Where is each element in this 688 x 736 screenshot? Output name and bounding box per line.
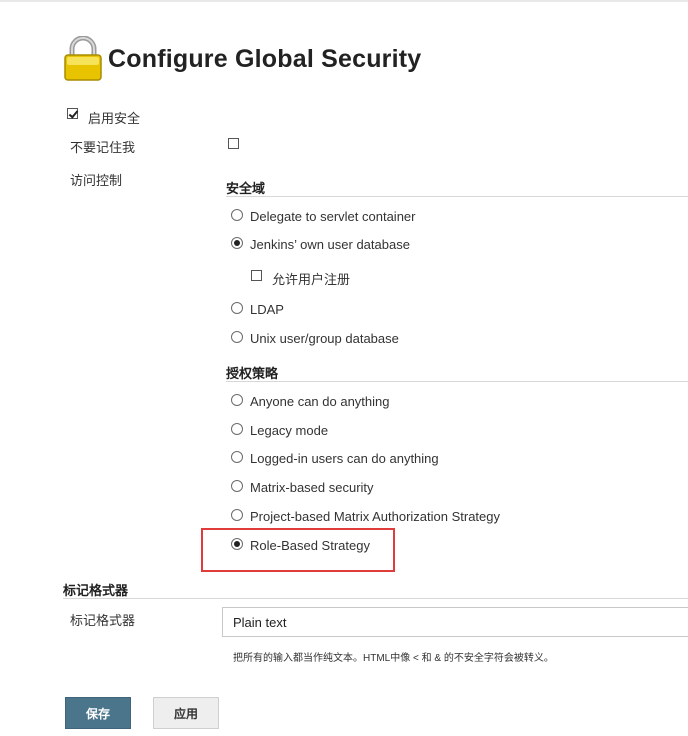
radio-anyone-anything[interactable] xyxy=(231,394,243,406)
markup-formatter-divider xyxy=(63,598,688,599)
access-control-label: 访问控制 xyxy=(70,173,123,188)
option-jenkins-user-db[interactable]: Jenkins’ own user database xyxy=(250,237,410,252)
markup-formatter-hint: 把所有的输入都当作纯文本。HTML中像 < 和 & 的不安全字符会被转义。 xyxy=(233,653,554,664)
security-realm-divider xyxy=(226,196,688,197)
security-realm-heading: 安全域 xyxy=(226,181,266,196)
option-delegate-servlet[interactable]: Delegate to servlet container xyxy=(250,209,415,224)
markup-formatter-select[interactable]: Plain text xyxy=(222,607,688,637)
option-project-matrix[interactable]: Project-based Matrix Authorization Strat… xyxy=(250,509,500,524)
no-remember-me-label: 不要记住我 xyxy=(70,140,136,155)
markup-formatter-label: 标记格式器 xyxy=(70,613,136,628)
allow-signup-checkbox[interactable] xyxy=(251,270,262,281)
option-anyone-anything[interactable]: Anyone can do anything xyxy=(250,394,390,409)
authorization-heading: 授权策略 xyxy=(226,366,279,381)
enable-security-checkbox[interactable] xyxy=(67,108,78,119)
allow-signup-label: 允许用户注册 xyxy=(272,272,351,287)
page-title: Configure Global Security xyxy=(108,44,422,73)
top-border xyxy=(0,0,688,2)
no-remember-me-checkbox[interactable] xyxy=(228,138,239,149)
radio-project-matrix[interactable] xyxy=(231,509,243,521)
radio-logged-in[interactable] xyxy=(231,451,243,463)
option-legacy-mode[interactable]: Legacy mode xyxy=(250,423,328,438)
option-unix-db[interactable]: Unix user/group database xyxy=(250,331,399,346)
page-header: Configure Global Security xyxy=(62,36,421,82)
option-ldap[interactable]: LDAP xyxy=(250,302,284,317)
radio-matrix-security[interactable] xyxy=(231,480,243,492)
option-matrix-security[interactable]: Matrix-based security xyxy=(250,480,374,495)
lock-icon xyxy=(64,36,102,81)
radio-jenkins-user-db[interactable] xyxy=(231,237,243,249)
save-button[interactable]: 保存 xyxy=(65,697,131,729)
radio-unix-db[interactable] xyxy=(231,331,243,343)
enable-security-label: 启用安全 xyxy=(88,111,141,126)
option-logged-in[interactable]: Logged-in users can do anything xyxy=(250,451,439,466)
apply-button[interactable]: 应用 xyxy=(153,697,219,729)
markup-formatter-value: Plain text xyxy=(233,615,287,630)
highlight-box xyxy=(201,528,395,572)
radio-delegate-servlet[interactable] xyxy=(231,209,243,221)
radio-legacy-mode[interactable] xyxy=(231,423,243,435)
radio-ldap[interactable] xyxy=(231,302,243,314)
markup-formatter-heading: 标记格式器 xyxy=(63,583,129,598)
authorization-divider xyxy=(226,381,688,382)
